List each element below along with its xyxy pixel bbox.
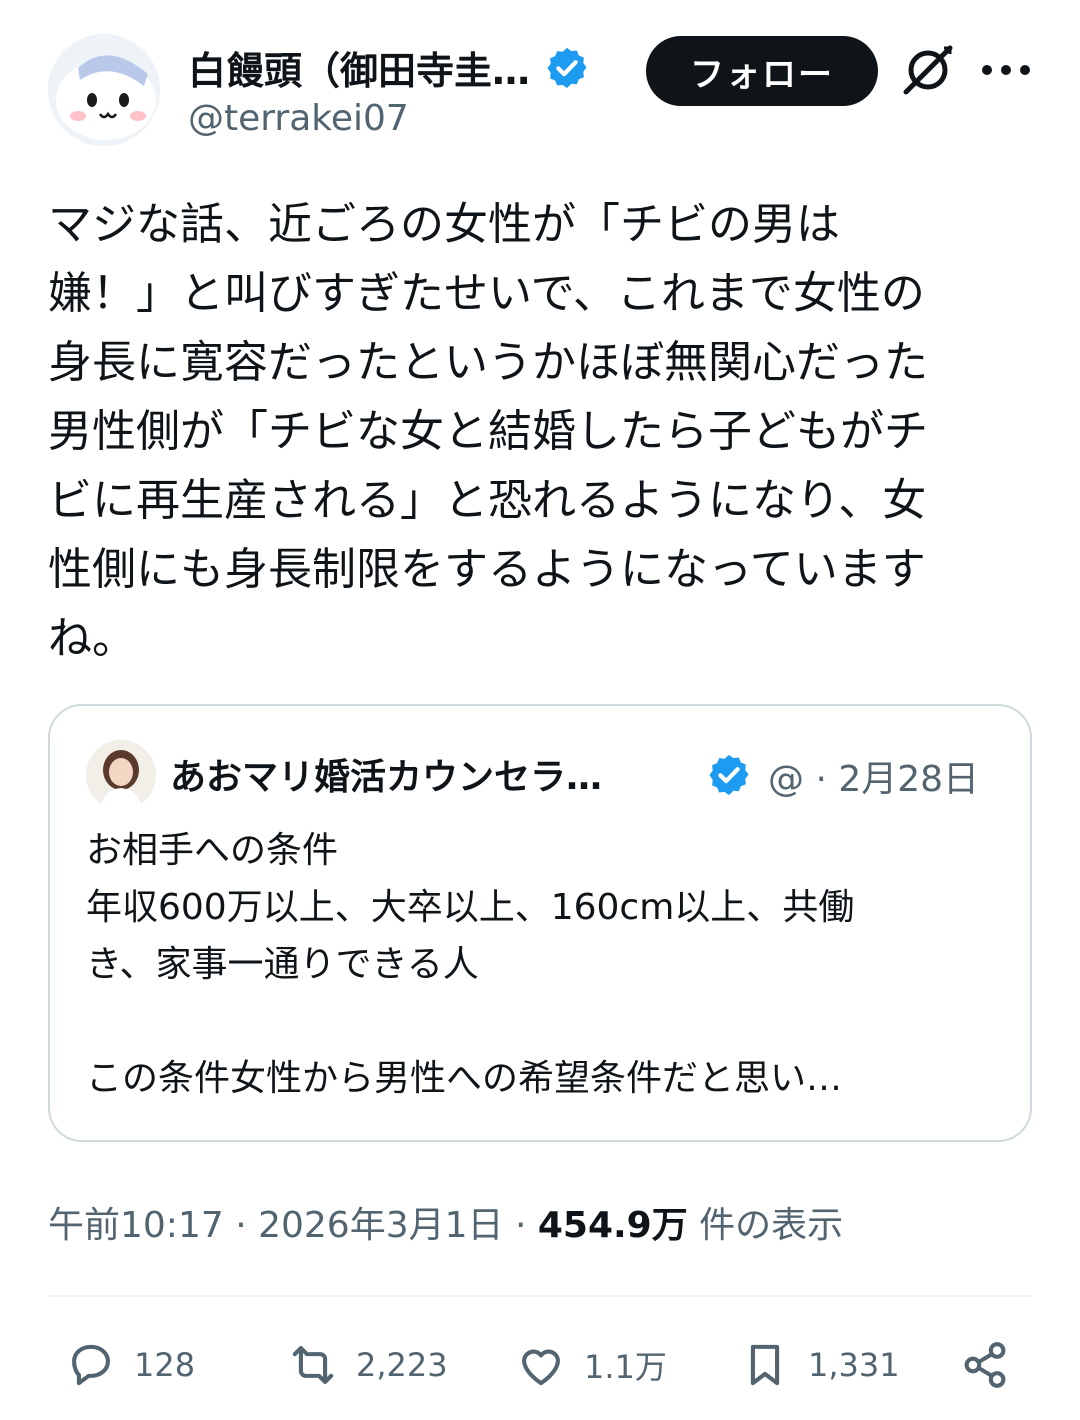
- tweet-header: 白饅頭（御田寺圭… @terrakei07 フォロー: [48, 34, 1038, 154]
- bookmark-button[interactable]: 1,331: [736, 1330, 900, 1400]
- timestamp[interactable]: 午前10:17 · 2026年3月1日 ·: [48, 1205, 538, 1246]
- views-label: 件の表示: [687, 1205, 844, 1246]
- like-count: 1.1万: [584, 1348, 667, 1386]
- quoted-text: お相手への条件 年収600万以上、大卒以上、160cm以上、共働 き、家事一通り…: [86, 830, 855, 1099]
- tweet-text: マジな話、近ごろの女性が「チビの男は 嫌！」と叫びすぎたせいで、これまで女性の …: [48, 199, 928, 664]
- quoted-author-name: あおマリ婚活カウンセラ…: [170, 757, 603, 798]
- retweet-button[interactable]: 2,223: [284, 1330, 448, 1400]
- grok-icon[interactable]: [900, 42, 956, 98]
- verified-icon: [709, 754, 749, 796]
- quoted-meta: @ · 2月28日: [768, 759, 980, 800]
- follow-button[interactable]: フォロー: [646, 36, 878, 106]
- share-button[interactable]: [956, 1330, 1014, 1400]
- author-avatar[interactable]: [48, 34, 160, 146]
- quoted-tweet[interactable]: あおマリ婚活カウンセラ… @ · 2月28日 お相手への条件 年収600万以上、…: [48, 704, 1032, 1142]
- more-icon[interactable]: [982, 48, 1030, 92]
- tweet-meta: 午前10:17 · 2026年3月1日 · 454.9万 件の表示: [48, 1196, 843, 1248]
- avatar-illustration: [48, 34, 160, 146]
- verified-icon: [547, 47, 587, 88]
- reply-count: 128: [134, 1346, 196, 1384]
- reply-icon: [72, 1344, 110, 1386]
- reply-button[interactable]: 128: [62, 1330, 195, 1400]
- divider: [48, 1295, 1032, 1297]
- retweet-icon: [292, 1346, 334, 1384]
- quoted-author-avatar: [86, 740, 156, 810]
- author-handle[interactable]: @terrakei07: [188, 98, 409, 139]
- action-bar: 128 2,223 1.1万 1,331: [0, 1330, 1080, 1400]
- views-count[interactable]: 454.9万: [538, 1205, 688, 1246]
- share-icon: [964, 1342, 1006, 1388]
- author-name[interactable]: 白饅頭（御田寺圭…: [188, 40, 530, 95]
- quoted-avatar-photo: [86, 740, 156, 810]
- retweet-count: 2,223: [356, 1346, 448, 1384]
- like-icon: [522, 1349, 560, 1386]
- author-name-row: 白饅頭（御田寺圭…: [188, 40, 590, 95]
- bookmark-count: 1,331: [808, 1346, 900, 1384]
- like-button[interactable]: 1.1万: [512, 1330, 667, 1400]
- bookmark-icon: [750, 1344, 780, 1386]
